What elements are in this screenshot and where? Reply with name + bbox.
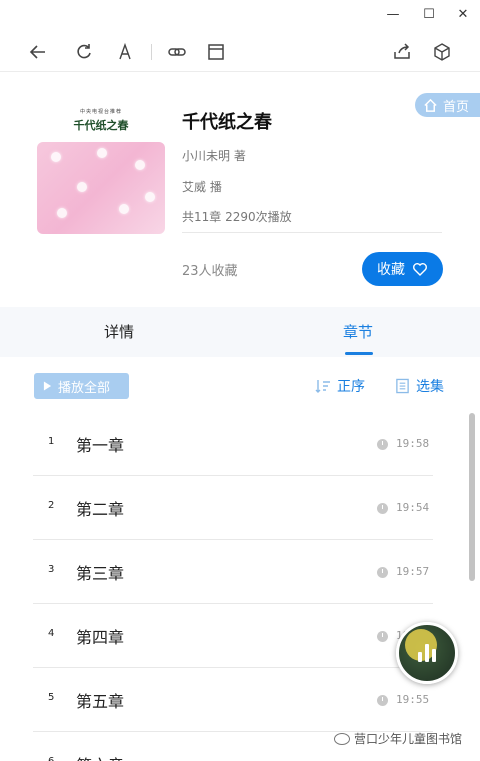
chapter-number: 6 — [48, 756, 54, 761]
info-divider — [182, 232, 442, 233]
blossom-icon — [135, 160, 145, 170]
chapter-row[interactable]: 1 第一章 19:58 — [33, 412, 433, 476]
heart-icon — [413, 263, 427, 276]
select-episodes-button[interactable]: 选集 — [395, 376, 444, 396]
blossom-icon — [51, 152, 61, 162]
mini-player-button[interactable] — [396, 622, 458, 684]
minimize-button[interactable]: — — [376, 0, 410, 28]
toolbar-separator — [151, 44, 152, 60]
book-title: 千代纸之春 — [182, 112, 272, 133]
clock-icon — [377, 695, 388, 706]
watermark-text: 营口少年儿童图书馆 — [354, 732, 463, 746]
sort-order-label: 正序 — [337, 379, 365, 395]
blossom-icon — [57, 208, 67, 218]
cover-series: 中央电视台推荐 — [79, 108, 122, 115]
font-size-icon[interactable] — [111, 38, 139, 66]
wechat-icon — [334, 732, 350, 745]
chapter-number: 2 — [48, 500, 55, 511]
chapter-duration: 19:57 — [396, 565, 430, 578]
share-icon[interactable] — [388, 38, 416, 66]
chapter-duration: 19:55 — [396, 693, 430, 706]
back-arrow-icon[interactable] — [24, 38, 52, 66]
active-tab-indicator — [345, 352, 373, 355]
chapter-title: 第三章 — [76, 564, 125, 583]
tab-details[interactable]: 详情 — [104, 321, 134, 342]
favorite-count: 23人收藏 — [182, 264, 238, 279]
chapter-row[interactable]: 2 第二章 19:54 — [33, 476, 433, 540]
toolbar — [0, 32, 480, 72]
chapter-duration: 19:58 — [396, 437, 430, 450]
maximize-button[interactable]: ☐ — [412, 0, 446, 28]
sort-order-button[interactable]: 正序 — [315, 376, 365, 396]
play-icon — [43, 381, 52, 391]
play-all-button[interactable]: 播放全部 — [34, 373, 129, 399]
clock-icon — [377, 439, 388, 450]
clock-icon — [377, 503, 388, 514]
book-narrator: 艾威 播 — [182, 180, 222, 194]
cover-image — [37, 142, 165, 234]
home-label: 首页 — [443, 99, 470, 115]
window-icon[interactable] — [202, 38, 230, 66]
tab-bar: 详情 章节 — [0, 307, 480, 357]
chapter-title: 第六章 — [76, 752, 124, 761]
home-icon — [424, 98, 437, 112]
cube-icon[interactable] — [428, 38, 456, 66]
cover-title: 千代纸之春 — [73, 118, 129, 132]
blossom-icon — [145, 192, 155, 202]
chapter-number: 5 — [48, 692, 55, 703]
home-button[interactable]: 首页 — [415, 93, 480, 117]
chapter-row[interactable]: 4 第四章 19:55 — [33, 604, 433, 668]
blossom-icon — [77, 182, 87, 192]
favorite-button[interactable]: 收藏 — [362, 252, 443, 286]
clock-icon — [377, 631, 388, 642]
refresh-icon[interactable] — [70, 38, 98, 66]
link-icon[interactable] — [163, 38, 191, 66]
chapter-duration: 19:54 — [396, 501, 430, 514]
chapter-row[interactable]: 5 第五章 19:55 — [33, 668, 433, 732]
title-bar: — ☐ ✕ — [0, 0, 480, 28]
chapter-number: 3 — [48, 564, 55, 575]
list-icon — [396, 378, 409, 394]
chapter-title: 第五章 — [76, 692, 125, 711]
chapter-title: 第一章 — [76, 436, 125, 455]
scrollbar-thumb[interactable] — [469, 413, 475, 581]
blossom-icon — [119, 204, 129, 214]
chapter-number: 1 — [48, 436, 55, 447]
blossom-icon — [97, 148, 107, 158]
book-stats: 共11章 2290次播放 — [182, 210, 292, 224]
tab-chapters[interactable]: 章节 — [343, 321, 373, 342]
book-author: 小川未明 著 — [182, 149, 246, 163]
select-episodes-label: 选集 — [416, 379, 444, 395]
chapter-title: 第二章 — [76, 500, 125, 519]
favorite-label: 收藏 — [377, 262, 405, 278]
sort-icon — [315, 380, 330, 393]
chapter-number: 4 — [48, 628, 55, 639]
book-cover[interactable]: 中央电视台推荐 千代纸之春 — [37, 98, 165, 234]
close-button[interactable]: ✕ — [446, 0, 480, 28]
clock-icon — [377, 567, 388, 578]
equalizer-icon — [418, 644, 436, 662]
app-window: — ☐ ✕ 首页 中央电视台推荐 千代纸之春 千代纸之春 小川未明 著 艾威 播… — [0, 0, 480, 761]
cover-header: 中央电视台推荐 千代纸之春 — [37, 98, 165, 142]
chapter-row[interactable]: 3 第三章 19:57 — [33, 540, 433, 604]
play-all-label: 播放全部 — [58, 380, 111, 396]
watermark: 营口少年儿童图书馆 — [334, 730, 462, 747]
chapter-title: 第四章 — [76, 628, 125, 647]
